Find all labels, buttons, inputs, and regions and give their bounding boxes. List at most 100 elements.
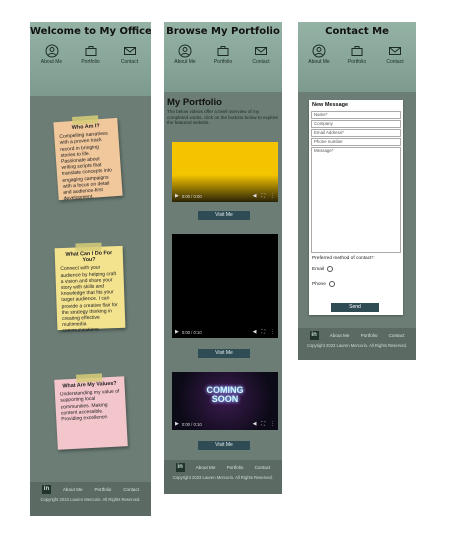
play-icon[interactable]: ▶: [175, 329, 179, 335]
nav-contact-label: Contact: [252, 59, 270, 65]
nav-contact-label: Contact: [120, 59, 139, 65]
nav-contact[interactable]: Contact: [378, 44, 412, 65]
nav-portfolio-label: Portfolio: [347, 59, 367, 65]
name-field[interactable]: Name*: [311, 111, 401, 119]
fullscreen-icon[interactable]: ⛶: [261, 329, 265, 335]
video-controls: ▶ 0:00 / 0:00 ◀ ⛶ ⋮: [175, 193, 275, 199]
play-icon[interactable]: ▶: [175, 421, 179, 427]
tape: [75, 373, 103, 383]
header: Welcome to My Office About Me Portfolio …: [30, 22, 151, 96]
volume-icon[interactable]: ◀: [253, 193, 257, 199]
nav-bar: About Me Portfolio Contact: [164, 44, 282, 65]
email-field[interactable]: Email Address*: [311, 129, 401, 137]
video-time: 0:00 / 0:10: [181, 421, 202, 427]
radio-circle[interactable]: [327, 266, 333, 272]
company-field[interactable]: Company: [311, 120, 401, 128]
visit-button-3[interactable]: Visit Me: [198, 441, 250, 450]
nav-contact[interactable]: Contact: [244, 44, 278, 65]
footer-links: in About Me Portfolio Contact: [164, 460, 282, 472]
linkedin-icon[interactable]: in: [309, 331, 319, 340]
sticky-note-who: Who Am I? Compelling narratives with a p…: [53, 115, 123, 203]
note-title: What Can I Do For You?: [65, 250, 113, 264]
sticky-note-what: What Can I Do For You? Connect with your…: [54, 242, 126, 334]
portfolio-description: The below videos offer a brief overview …: [167, 109, 279, 126]
fullscreen-icon[interactable]: ⛶: [261, 193, 265, 199]
user-icon: [312, 44, 326, 58]
footer-links: in About Me Portfolio Contact: [30, 482, 151, 494]
nav-about[interactable]: About Me: [35, 44, 69, 65]
video-controls: ▶ 0:00 / 0:10 ◀ ⛶ ⋮: [175, 329, 275, 335]
form-title: New Message: [312, 102, 349, 108]
play-icon[interactable]: ▶: [175, 193, 179, 199]
nav-portfolio-label: Portfolio: [81, 59, 100, 65]
nav-bar: About Me Portfolio Contact: [298, 44, 416, 65]
more-icon[interactable]: ⋮: [270, 193, 275, 199]
linkedin-icon[interactable]: in: [175, 463, 185, 472]
nav-portfolio-label: Portfolio: [213, 59, 233, 65]
visit-button-2[interactable]: Visit Me: [198, 349, 250, 358]
nav-about-label: About Me: [308, 59, 330, 65]
visit-button-1[interactable]: Visit Me: [198, 211, 250, 220]
header: Browse My Portfolio About Me Portfolio C…: [164, 22, 282, 92]
user-icon: [45, 44, 58, 58]
portfolio-screen: Browse My Portfolio About Me Portfolio C…: [164, 22, 282, 494]
header: Contact Me About Me Portfolio Contact: [298, 22, 416, 92]
nav-bar: About Me Portfolio Contact: [30, 44, 151, 65]
nav-portfolio[interactable]: Portfolio: [74, 44, 108, 65]
volume-icon[interactable]: ◀: [253, 421, 257, 427]
video-time: 0:00 / 0:10: [181, 329, 202, 335]
user-icon: [178, 44, 192, 58]
preferred-contact-label: Preferred method of contact*:: [312, 256, 375, 261]
sticky-note-values: What Are My Values? Understanding my val…: [54, 373, 128, 450]
video-player-2[interactable]: ▶ 0:00 / 0:10 ◀ ⛶ ⋮: [172, 234, 278, 338]
tape: [75, 242, 102, 252]
coming-soon-overlay: COMING SOON: [206, 385, 244, 404]
video-player-1[interactable]: ▶ 0:00 / 0:00 ◀ ⛶ ⋮: [172, 142, 278, 202]
footer-link-portfolio[interactable]: Portfolio: [94, 487, 111, 492]
volume-icon[interactable]: ◀: [253, 329, 257, 335]
note-body: Compelling narratives with a proven trac…: [59, 130, 113, 203]
footer: in About Me Portfolio Contact Copyright …: [164, 460, 282, 494]
footer-links: in About Me Portfolio Contact: [298, 328, 416, 340]
page-title: Welcome to My Office: [30, 26, 151, 37]
footer-link-contact[interactable]: Contact: [255, 465, 271, 470]
footer-link-contact[interactable]: Contact: [389, 333, 405, 338]
footer-link-about[interactable]: About Me: [330, 333, 350, 338]
nav-contact[interactable]: Contact: [113, 44, 147, 65]
page-title: Contact Me: [325, 26, 389, 37]
footer: in About Me Portfolio Contact Copyright …: [298, 328, 416, 360]
more-icon[interactable]: ⋮: [270, 421, 275, 427]
note-body: Understanding my value of supporting loc…: [59, 388, 120, 423]
contact-screen: Contact Me About Me Portfolio Contact Ne…: [298, 22, 416, 360]
nav-portfolio[interactable]: Portfolio: [206, 44, 240, 65]
footer-link-about[interactable]: About Me: [196, 465, 216, 470]
video-player-3[interactable]: COMING SOON ▶ 0:00 / 0:10 ◀ ⛶ ⋮: [172, 372, 278, 430]
briefcase-icon: [217, 46, 229, 56]
radio-circle[interactable]: [328, 281, 335, 287]
page-title: Browse My Portfolio: [166, 26, 280, 37]
linkedin-icon[interactable]: in: [41, 485, 51, 494]
contact-form: New Message Name* Company Email Address*…: [309, 100, 403, 315]
mail-icon: [123, 47, 136, 55]
note-body: Connect with your audience by helping cr…: [60, 265, 118, 335]
copyright: Copyright 2023 Lauren Mercurio. All Righ…: [306, 343, 408, 348]
mail-icon: [255, 47, 267, 55]
footer-link-about[interactable]: About Me: [63, 487, 83, 492]
footer-link-contact[interactable]: Contact: [123, 487, 139, 492]
nav-about-label: About Me: [40, 59, 63, 65]
video-time: 0:00 / 0:00: [181, 193, 202, 199]
message-field[interactable]: Message*: [311, 147, 401, 253]
more-icon[interactable]: ⋮: [270, 329, 275, 335]
mail-icon: [389, 47, 401, 55]
briefcase-icon: [351, 46, 363, 56]
nav-about[interactable]: About Me: [302, 44, 336, 65]
send-button[interactable]: Send: [331, 303, 379, 312]
phone-radio[interactable]: Phone: [312, 281, 400, 287]
nav-portfolio[interactable]: Portfolio: [340, 44, 374, 65]
footer-link-portfolio[interactable]: Portfolio: [361, 333, 378, 338]
email-radio[interactable]: Email: [312, 266, 400, 272]
footer-link-portfolio[interactable]: Portfolio: [227, 465, 244, 470]
phone-field[interactable]: Phone number: [311, 138, 401, 146]
fullscreen-icon[interactable]: ⛶: [261, 421, 265, 427]
nav-about[interactable]: About Me: [168, 44, 202, 65]
